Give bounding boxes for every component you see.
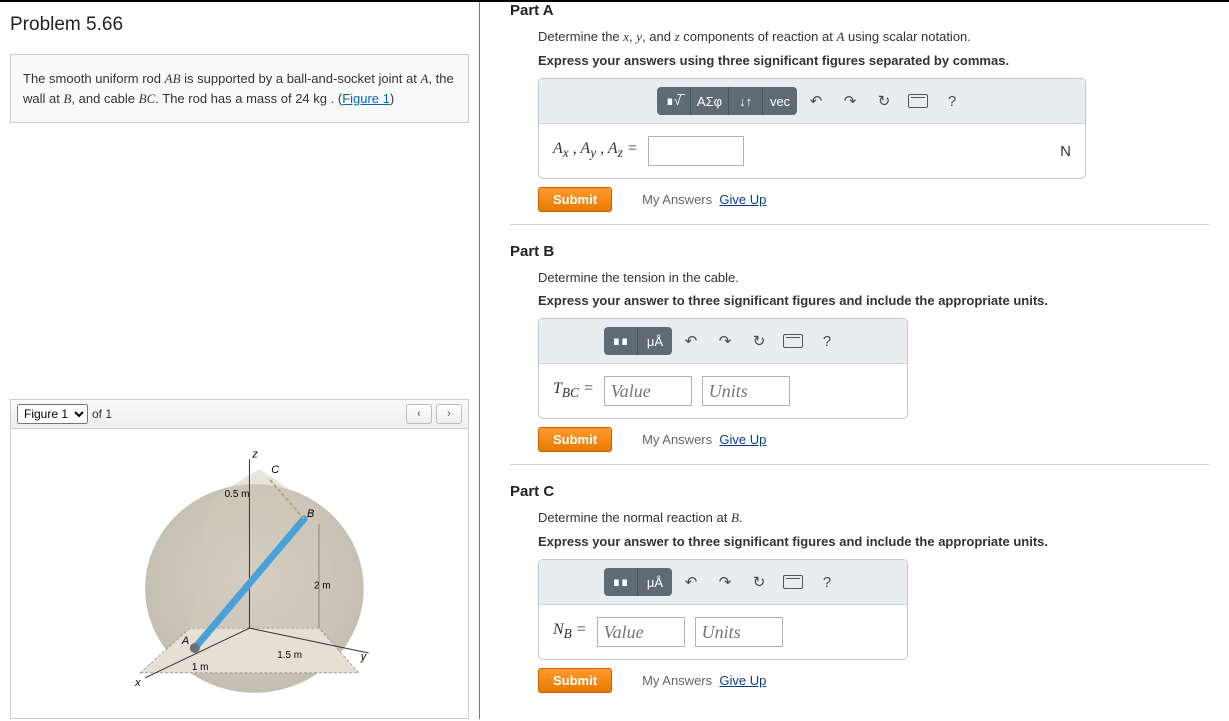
part-c-title: Part C bbox=[510, 483, 1209, 500]
problem-title: Problem 5.66 bbox=[10, 14, 469, 36]
figure-count: of 1 bbox=[92, 407, 112, 421]
units-button[interactable]: μÅ bbox=[638, 327, 672, 355]
keyboard-button[interactable] bbox=[778, 327, 808, 355]
part-a-answer-box: ∎√̅ ΑΣφ ↓↑ vec ↶ ↷ ↻ ? Ax , Ay , Az = bbox=[538, 78, 1086, 179]
greek-button[interactable]: ΑΣφ bbox=[691, 87, 729, 115]
my-answers-link[interactable]: My Answers bbox=[642, 192, 712, 207]
axis-z-label: z bbox=[251, 448, 258, 460]
figure-prev-button[interactable]: ‹ bbox=[406, 404, 432, 424]
undo-button[interactable]: ↶ bbox=[676, 327, 706, 355]
templates-button[interactable]: ∎∎ bbox=[604, 568, 638, 596]
svg-text:1 m: 1 m bbox=[192, 662, 209, 673]
svg-text:1.5 m: 1.5 m bbox=[277, 650, 302, 661]
part-a-unit: N bbox=[1060, 143, 1071, 160]
give-up-link[interactable]: Give Up bbox=[719, 432, 766, 447]
help-button[interactable]: ? bbox=[812, 568, 842, 596]
templates-button[interactable]: ∎√̅ bbox=[657, 87, 691, 115]
part-c-prompt: Determine the normal reaction at B. bbox=[538, 510, 1209, 526]
vec-button[interactable]: vec bbox=[763, 87, 797, 115]
part-b-submit-button[interactable]: Submit bbox=[538, 427, 612, 452]
part-a-toolbar: ∎√̅ ΑΣφ ↓↑ vec ↶ ↷ ↻ ? bbox=[539, 79, 1085, 124]
redo-button[interactable]: ↷ bbox=[835, 87, 865, 115]
part-c-units-input[interactable] bbox=[695, 617, 783, 647]
part-c-lhs: NB = bbox=[553, 621, 587, 642]
part-c-answer-box: ∎∎ μÅ ↶ ↷ ↻ ? NB = bbox=[538, 559, 908, 660]
undo-button[interactable]: ↶ bbox=[801, 87, 831, 115]
keyboard-icon bbox=[908, 94, 928, 108]
part-a-submit-button[interactable]: Submit bbox=[538, 187, 612, 212]
reset-button[interactable]: ↻ bbox=[869, 87, 899, 115]
keyboard-button[interactable] bbox=[903, 87, 933, 115]
undo-button[interactable]: ↶ bbox=[676, 568, 706, 596]
part-b-lhs: TBC = bbox=[553, 380, 594, 401]
reset-button[interactable]: ↻ bbox=[744, 568, 774, 596]
figure-next-button[interactable]: › bbox=[436, 404, 462, 424]
part-a-instructions: Express your answers using three signifi… bbox=[538, 53, 1209, 68]
svg-text:0.5 m: 0.5 m bbox=[225, 489, 250, 500]
redo-button[interactable]: ↷ bbox=[710, 568, 740, 596]
svg-text:A: A bbox=[181, 635, 189, 647]
problem-statement: The smooth uniform rod AB is supported b… bbox=[10, 54, 469, 123]
figure-toolbar: Figure 1 of 1 ‹ › bbox=[10, 399, 469, 429]
keyboard-icon bbox=[783, 575, 803, 589]
svg-text:2 m: 2 m bbox=[314, 580, 331, 591]
part-a-prompt: Determine the x, y, and z components of … bbox=[538, 29, 1209, 45]
part-b-units-input[interactable] bbox=[702, 376, 790, 406]
axis-x-label: x bbox=[134, 677, 141, 689]
part-c-value-input[interactable] bbox=[597, 617, 685, 647]
part-b-instructions: Express your answer to three significant… bbox=[538, 293, 1209, 308]
part-c: Part C Determine the normal reaction at … bbox=[510, 483, 1209, 693]
my-answers-link[interactable]: My Answers bbox=[642, 673, 712, 688]
part-a-lhs: Ax , Ay , Az = bbox=[553, 140, 638, 161]
give-up-link[interactable]: Give Up bbox=[719, 192, 766, 207]
subscript-button[interactable]: ↓↑ bbox=[729, 87, 763, 115]
svg-text:C: C bbox=[271, 464, 279, 476]
figure-image: z y x A B C 0.5 m 2 m 1.5 m 1 m bbox=[10, 429, 469, 719]
my-answers-link[interactable]: My Answers bbox=[642, 432, 712, 447]
give-up-link[interactable]: Give Up bbox=[719, 673, 766, 688]
svg-text:B: B bbox=[307, 508, 314, 520]
keyboard-button[interactable] bbox=[778, 568, 808, 596]
part-b-toolbar: ∎∎ μÅ ↶ ↷ ↻ ? bbox=[539, 319, 907, 364]
left-panel: Problem 5.66 The smooth uniform rod AB i… bbox=[0, 2, 480, 719]
part-b-answer-box: ∎∎ μÅ ↶ ↷ ↻ ? TBC = bbox=[538, 318, 908, 419]
units-button[interactable]: μÅ bbox=[638, 568, 672, 596]
part-a-title: Part A bbox=[510, 2, 1209, 19]
part-a-input[interactable] bbox=[648, 136, 744, 166]
right-panel: Part A Determine the x, y, and z compone… bbox=[480, 2, 1229, 719]
part-b-prompt: Determine the tension in the cable. bbox=[538, 270, 1209, 285]
redo-button[interactable]: ↷ bbox=[710, 327, 740, 355]
figure-link[interactable]: Figure 1 bbox=[342, 91, 390, 106]
templates-button[interactable]: ∎∎ bbox=[604, 327, 638, 355]
part-a: Part A Determine the x, y, and z compone… bbox=[510, 2, 1209, 225]
figure-select[interactable]: Figure 1 bbox=[17, 404, 88, 424]
part-c-submit-button[interactable]: Submit bbox=[538, 668, 612, 693]
part-b-value-input[interactable] bbox=[604, 376, 692, 406]
part-b-title: Part B bbox=[510, 243, 1209, 260]
help-button[interactable]: ? bbox=[812, 327, 842, 355]
part-b: Part B Determine the tension in the cabl… bbox=[510, 243, 1209, 465]
reset-button[interactable]: ↻ bbox=[744, 327, 774, 355]
part-c-instructions: Express your answer to three significant… bbox=[538, 534, 1209, 549]
axis-y-label: y bbox=[360, 651, 367, 663]
help-button[interactable]: ? bbox=[937, 87, 967, 115]
keyboard-icon bbox=[783, 334, 803, 348]
part-c-toolbar: ∎∎ μÅ ↶ ↷ ↻ ? bbox=[539, 560, 907, 605]
